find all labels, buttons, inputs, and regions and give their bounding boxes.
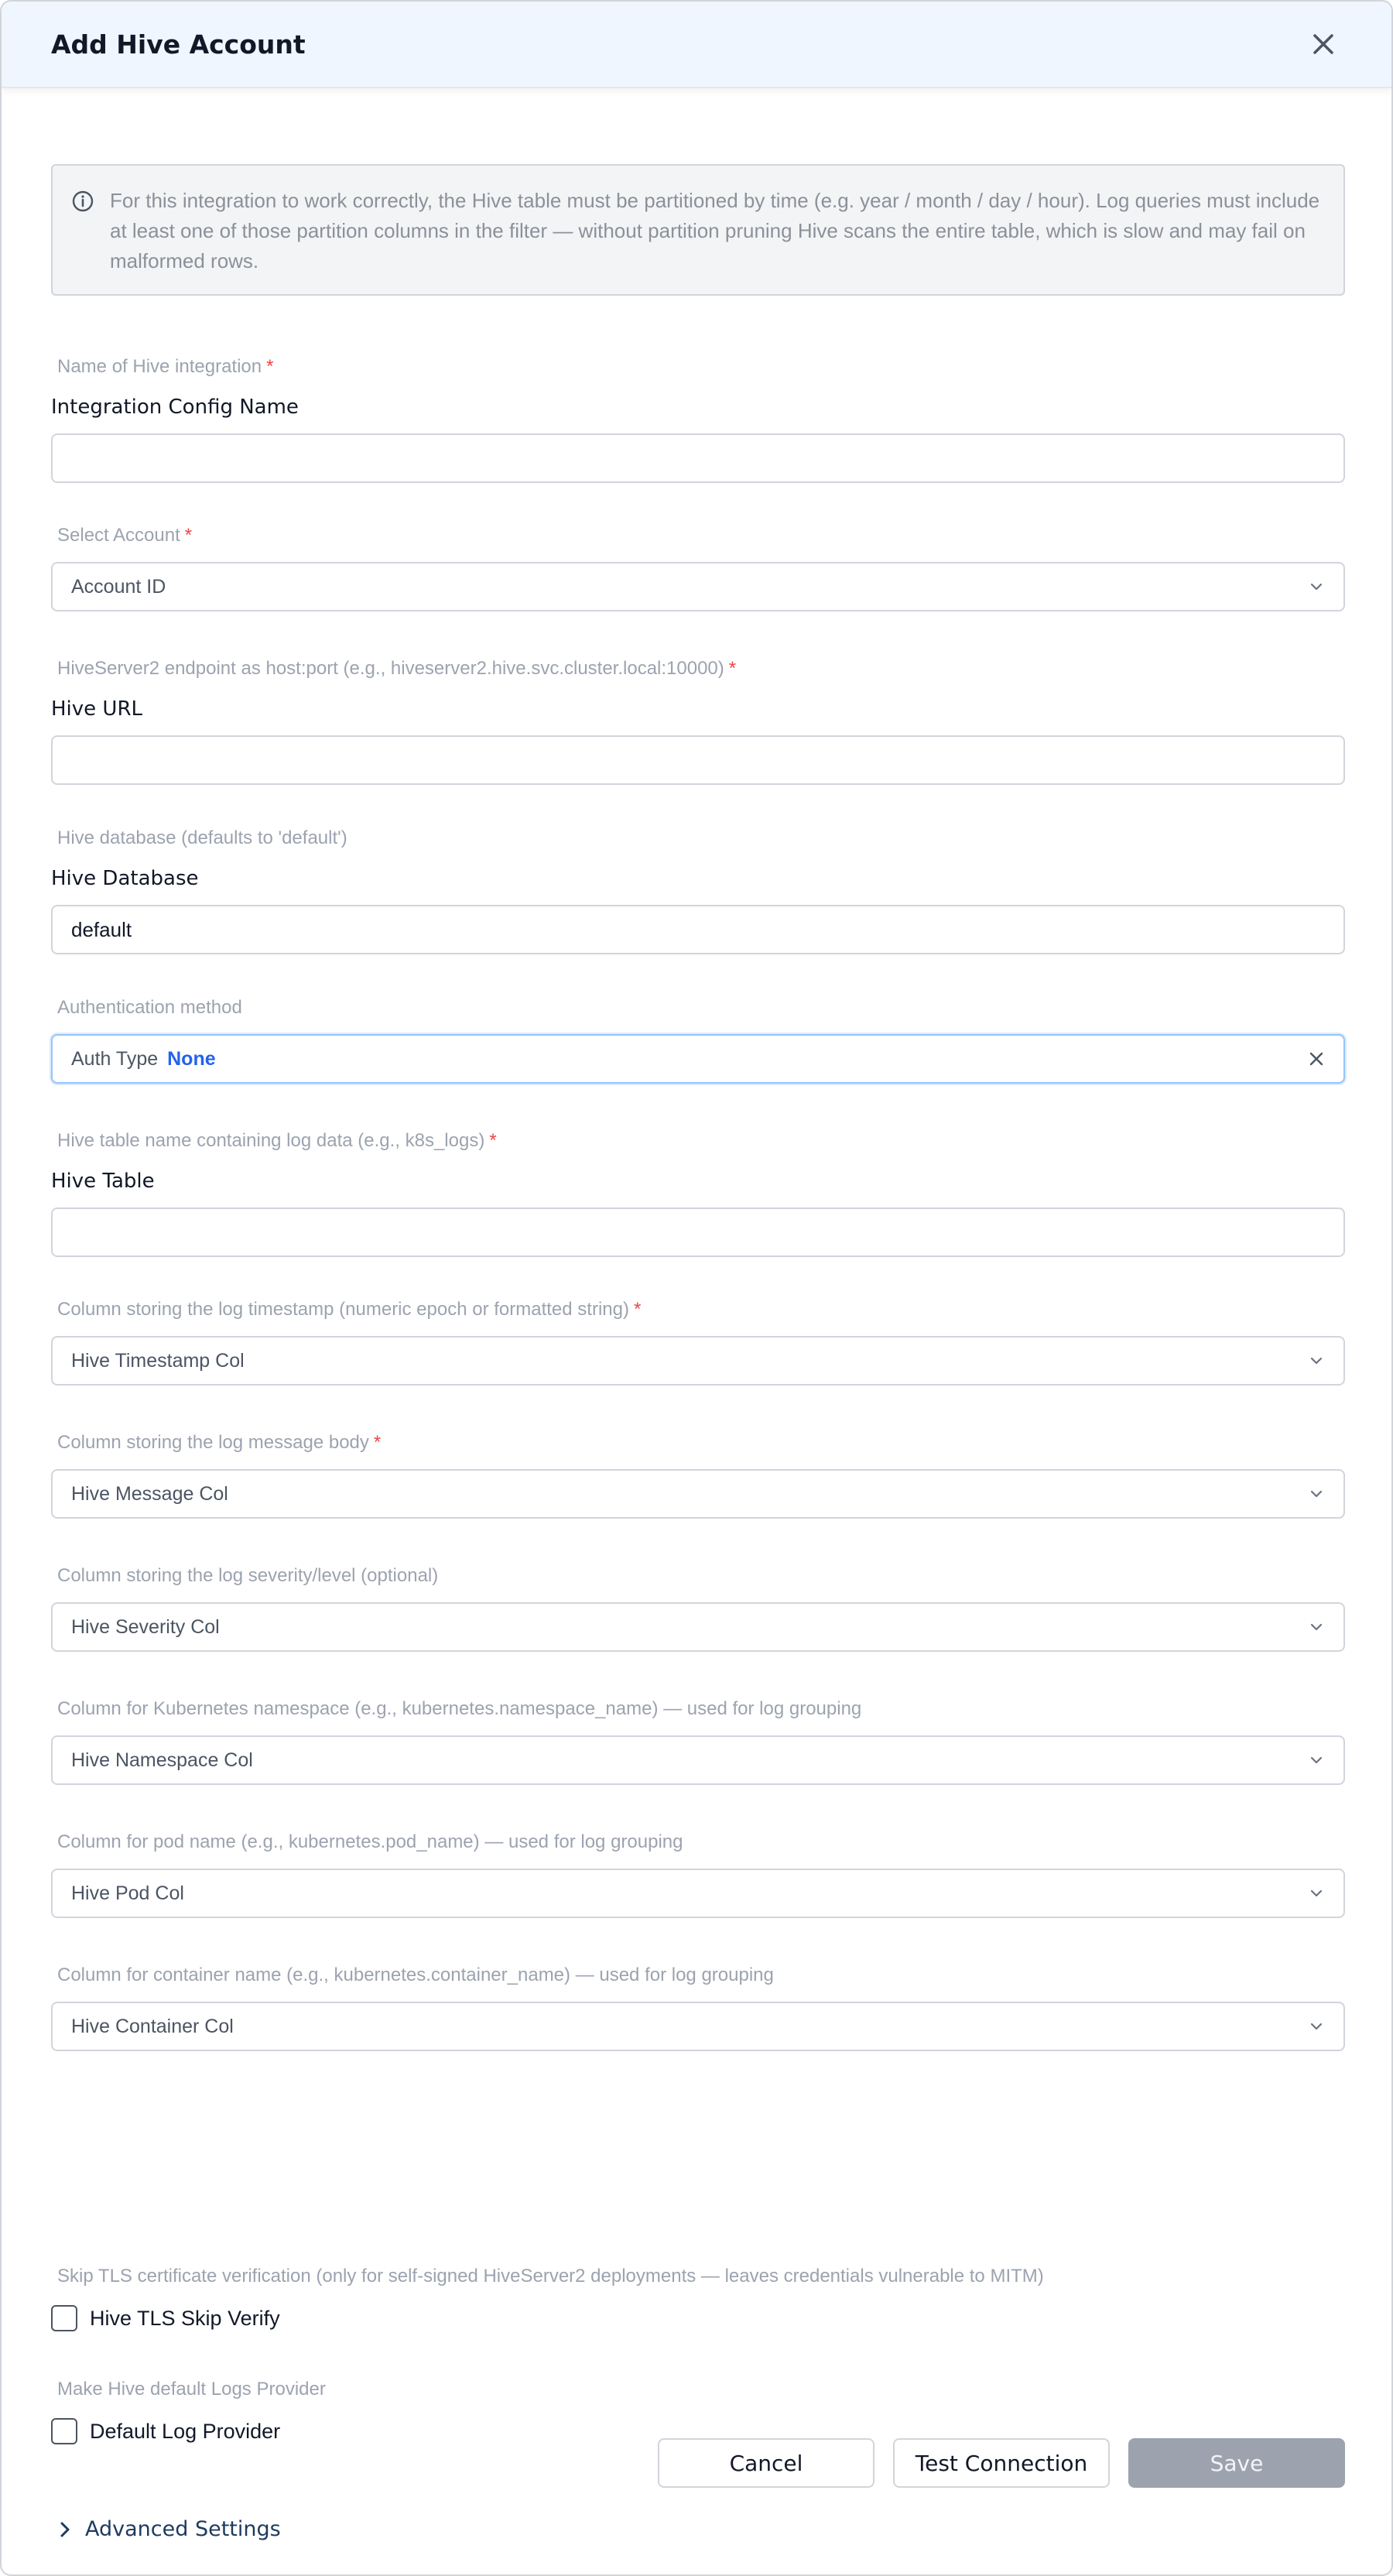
timestamp-col-hint: Column storing the log timestamp (numeri… <box>57 1299 629 1320</box>
timestamp-col-placeholder: Hive Timestamp Col <box>71 1349 245 1372</box>
add-hive-account-modal: Add Hive Account For this integration to… <box>0 0 1393 2576</box>
timestamp-col-select[interactable]: Hive Timestamp Col <box>51 1336 1345 1386</box>
tls-skip-label[interactable]: Hive TLS Skip Verify <box>90 2307 280 2331</box>
tls-skip-field: Skip TLS certificate verification (only … <box>51 2263 1345 2334</box>
auth-type-value: None <box>167 1047 216 1070</box>
hive-table-input[interactable] <box>51 1208 1345 1257</box>
chevron-right-icon <box>60 2522 70 2537</box>
hive-url-field: HiveServer2 endpoint as host:port (e.g.,… <box>51 655 1345 785</box>
severity-col-placeholder: Hive Severity Col <box>71 1615 220 1638</box>
required-mark: * <box>266 356 274 377</box>
auth-field: Authentication method Auth Type None <box>51 994 1345 1084</box>
info-icon <box>72 190 94 212</box>
required-mark: * <box>489 1130 497 1151</box>
chevron-down-icon <box>1310 1490 1323 1498</box>
default-provider-checkbox[interactable] <box>51 2418 77 2444</box>
default-provider-field: Make Hive default Logs Provider Default … <box>51 2376 1345 2447</box>
severity-col-select[interactable]: Hive Severity Col <box>51 1602 1345 1652</box>
hive-database-label: Hive Database <box>51 867 199 890</box>
pod-col-select[interactable]: Hive Pod Col <box>51 1869 1345 1918</box>
info-text: For this integration to work correctly, … <box>110 189 1320 272</box>
config-name-label: Integration Config Name <box>51 396 299 419</box>
tls-skip-checkbox[interactable] <box>51 2305 77 2331</box>
auth-type-select[interactable]: Auth Type None <box>51 1034 1345 1084</box>
pod-col-placeholder: Hive Pod Col <box>71 1882 184 1904</box>
hive-url-hint: HiveServer2 endpoint as host:port (e.g.,… <box>57 658 724 679</box>
default-provider-label[interactable]: Default Log Provider <box>90 2420 280 2444</box>
hive-database-hint: Hive database (defaults to 'default') <box>57 827 347 848</box>
cancel-button[interactable]: Cancel <box>658 2438 874 2488</box>
auth-hint: Authentication method <box>57 997 242 1018</box>
namespace-col-select[interactable]: Hive Namespace Col <box>51 1735 1345 1785</box>
advanced-settings-toggle[interactable]: Advanced Settings <box>59 2517 281 2541</box>
default-provider-hint: Make Hive default Logs Provider <box>57 2379 326 2400</box>
required-mark: * <box>184 525 193 546</box>
chevron-down-icon <box>1310 1756 1323 1764</box>
form-content: For this integration to work correctly, … <box>51 164 1345 2541</box>
save-button[interactable]: Save <box>1128 2438 1345 2488</box>
required-mark: * <box>728 658 737 679</box>
required-mark: * <box>373 1432 382 1453</box>
namespace-col-field: Column for Kubernetes namespace (e.g., k… <box>51 1695 1345 1785</box>
container-col-hint: Column for container name (e.g., kuberne… <box>57 1965 774 1985</box>
chevron-down-icon <box>1310 583 1323 591</box>
hive-url-input[interactable] <box>51 735 1345 785</box>
advanced-settings-label: Advanced Settings <box>85 2517 281 2541</box>
auth-type-label: Auth Type <box>71 1047 159 1070</box>
chevron-down-icon <box>1310 1889 1323 1897</box>
chevron-down-icon <box>1310 2023 1323 2030</box>
close-button[interactable] <box>1305 26 1342 63</box>
config-name-input[interactable] <box>51 433 1345 483</box>
namespace-col-placeholder: Hive Namespace Col <box>71 1749 253 1771</box>
message-col-placeholder: Hive Message Col <box>71 1482 228 1505</box>
severity-col-field: Column storing the log severity/level (o… <box>51 1562 1345 1652</box>
account-select[interactable]: Account ID <box>51 562 1345 611</box>
pod-col-hint: Column for pod name (e.g., kubernetes.po… <box>57 1831 683 1852</box>
clear-icon[interactable] <box>1308 1050 1325 1067</box>
timestamp-col-field: Column storing the log timestamp (numeri… <box>51 1296 1345 1386</box>
container-col-field: Column for container name (e.g., kuberne… <box>51 1961 1345 2051</box>
chevron-down-icon <box>1310 1623 1323 1631</box>
config-name-hint: Name of Hive integration <box>57 356 262 377</box>
hive-table-label: Hive Table <box>51 1170 155 1193</box>
required-mark: * <box>633 1299 642 1320</box>
container-col-placeholder: Hive Container Col <box>71 2015 234 2037</box>
modal-title: Add Hive Account <box>51 29 306 60</box>
namespace-col-hint: Column for Kubernetes namespace (e.g., k… <box>57 1698 862 1719</box>
hive-table-hint: Hive table name containing log data (e.g… <box>57 1130 485 1151</box>
info-banner: For this integration to work correctly, … <box>51 164 1345 296</box>
tls-skip-hint: Skip TLS certificate verification (only … <box>57 2266 1044 2287</box>
hive-url-label: Hive URL <box>51 697 143 721</box>
account-placeholder: Account ID <box>71 575 166 598</box>
test-connection-button[interactable]: Test Connection <box>893 2438 1110 2488</box>
container-col-select[interactable]: Hive Container Col <box>51 2002 1345 2051</box>
message-col-select[interactable]: Hive Message Col <box>51 1469 1345 1519</box>
account-field: Select Account * Account ID <box>51 522 1345 611</box>
hive-table-field: Hive table name containing log data (e.g… <box>51 1127 1345 1257</box>
account-hint: Select Account <box>57 525 180 546</box>
pod-col-field: Column for pod name (e.g., kubernetes.po… <box>51 1828 1345 1918</box>
config-name-field: Name of Hive integration * Integration Co… <box>51 353 1345 483</box>
message-col-field: Column storing the log message body * Hiv… <box>51 1429 1345 1519</box>
hive-database-field: Hive database (defaults to 'default') Hi… <box>51 824 1345 954</box>
modal-header: Add Hive Account <box>2 2 1391 88</box>
severity-col-hint: Column storing the log severity/level (o… <box>57 1565 439 1586</box>
hive-database-input[interactable]: default <box>51 905 1345 954</box>
close-icon <box>1313 34 1333 54</box>
chevron-down-icon <box>1310 1357 1323 1365</box>
message-col-hint: Column storing the log message body <box>57 1432 369 1453</box>
